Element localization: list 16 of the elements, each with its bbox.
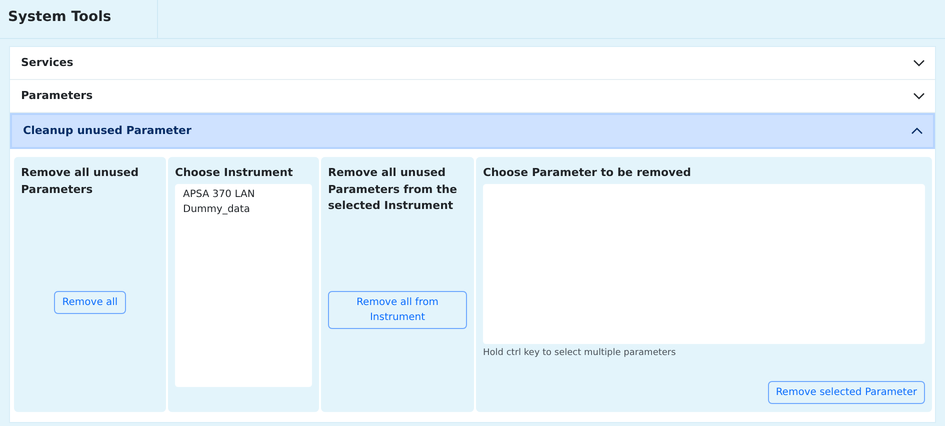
panel-heading: Remove all unused Parameters from the selected Instrument bbox=[328, 165, 458, 214]
outline-button[interactable]: Remove all from Instrument bbox=[328, 291, 467, 330]
outline-button[interactable]: Remove all bbox=[54, 290, 126, 314]
hint-text: Hold ctrl key to select multiple parameters bbox=[483, 346, 677, 360]
list-box[interactable]: APSA 370 LAN Dummy_data bbox=[175, 184, 312, 386]
list-option[interactable]: Dummy_data bbox=[183, 202, 304, 216]
panel-heading: Choose Instrument bbox=[175, 165, 294, 181]
panel-heading: Choose Parameter to be removed bbox=[483, 165, 692, 181]
list-box[interactable] bbox=[483, 184, 925, 344]
page-title: System Tools bbox=[0, 0, 158, 38]
list-option[interactable]: APSA 370 LAN bbox=[183, 186, 304, 202]
accordion-header[interactable]: Cleanup unused Parameter bbox=[10, 113, 935, 149]
chevron-down-icon bbox=[913, 90, 925, 102]
outline-button[interactable]: Remove selected Parameter bbox=[768, 381, 925, 404]
chevron-down-icon bbox=[913, 57, 925, 69]
panel-heading: Remove all unused Parameters bbox=[21, 165, 140, 198]
